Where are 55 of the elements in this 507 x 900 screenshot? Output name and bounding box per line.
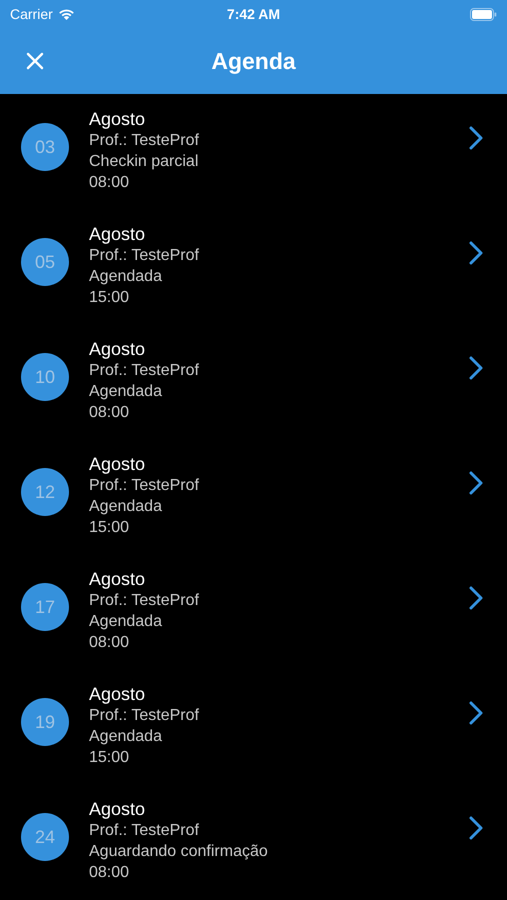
status-time: 7:42 AM — [226, 4, 280, 24]
teacher-label: Prof.: TesteProf — [89, 821, 200, 841]
appointment-row[interactable]: 05 Agosto Prof.: TesteProf Agendada 15:00 — [0, 209, 507, 324]
chevron-right-icon — [469, 701, 483, 725]
status-label: Agendada — [89, 497, 163, 517]
day-badge: 19 — [21, 698, 69, 746]
status-label: Agendada — [89, 727, 163, 747]
close-icon — [26, 52, 44, 70]
teacher-label: Prof.: TesteProf — [89, 246, 200, 266]
status-label: Checkin parcial — [89, 152, 200, 172]
month-label: Agosto — [89, 798, 146, 820]
appointment-row[interactable]: 24 Agosto Prof.: TesteProf Aguardando confirmação 08:00 — [0, 784, 507, 899]
day-badge: 05 — [21, 238, 69, 286]
time-label: 08:00 — [89, 633, 130, 653]
time-label: 15:00 — [89, 518, 130, 538]
chevron-right-icon — [469, 241, 483, 265]
day-badge: 12 — [21, 468, 69, 516]
time-label: 08:00 — [89, 173, 130, 193]
time-label: 08:00 — [89, 403, 130, 423]
day-badge: 03 — [21, 123, 69, 171]
teacher-label: Prof.: TesteProf — [89, 591, 200, 611]
carrier-label: Carrier — [10, 4, 53, 24]
month-label: Agosto — [89, 568, 146, 590]
appointment-row[interactable]: 19 Agosto Prof.: TesteProf Agendada 15:00 — [0, 669, 507, 784]
appointment-row[interactable]: 17 Agosto Prof.: TesteProf Agendada 08:00 — [0, 554, 507, 669]
battery-icon — [470, 8, 497, 20]
chevron-right-icon — [469, 586, 483, 610]
time-label: 15:00 — [89, 748, 130, 768]
day-badge: 17 — [21, 583, 69, 631]
chevron-right-icon — [469, 471, 483, 495]
header-title: Agenda — [211, 46, 296, 76]
status-label: Agendada — [89, 267, 163, 287]
wifi-icon — [58, 8, 75, 20]
month-label: Agosto — [89, 453, 146, 475]
status-label: Aguardando confirmação — [89, 842, 269, 862]
teacher-label: Prof.: TesteProf — [89, 361, 200, 381]
teacher-label: Prof.: TesteProf — [89, 706, 200, 726]
teacher-label: Prof.: TesteProf — [89, 476, 200, 496]
month-label: Agosto — [89, 108, 146, 130]
chevron-right-icon — [469, 356, 483, 380]
month-label: Agosto — [89, 223, 146, 245]
status-label: Agendada — [89, 612, 163, 632]
appointment-row[interactable]: 10 Agosto Prof.: TesteProf Agendada 08:00 — [0, 324, 507, 439]
month-label: Agosto — [89, 683, 146, 705]
status-label: Agendada — [89, 382, 163, 402]
chevron-right-icon — [469, 126, 483, 150]
day-badge: 10 — [21, 353, 69, 401]
chevron-right-icon — [469, 816, 483, 840]
time-label: 15:00 — [89, 288, 130, 308]
teacher-label: Prof.: TesteProf — [89, 131, 200, 151]
month-label: Agosto — [89, 338, 146, 360]
appointment-row[interactable]: 12 Agosto Prof.: TesteProf Agendada 15:00 — [0, 439, 507, 554]
appointment-row[interactable]: 03 Agosto Prof.: TesteProf Checkin parcial 08:00 — [0, 94, 507, 209]
day-badge: 24 — [21, 813, 69, 861]
time-label: 08:00 — [89, 863, 130, 883]
